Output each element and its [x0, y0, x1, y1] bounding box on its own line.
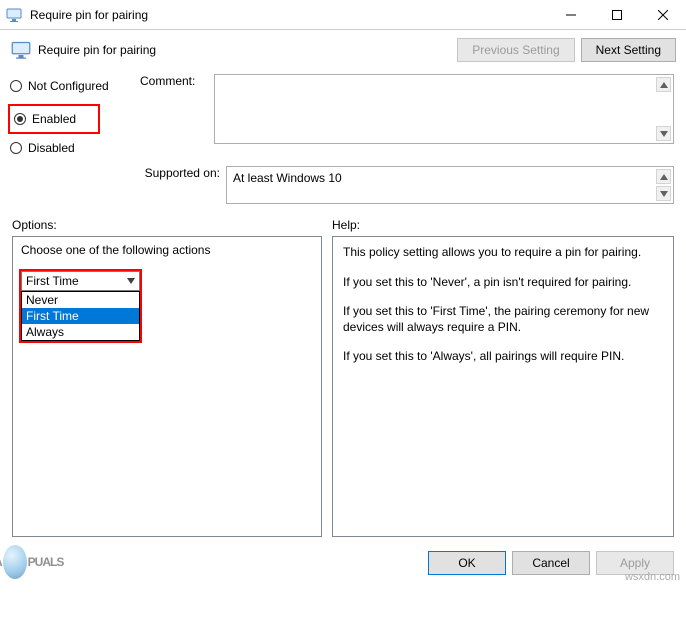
select-value: First Time: [22, 274, 123, 288]
help-text: If you set this to 'First Time', the pai…: [343, 304, 663, 335]
previous-setting-button[interactable]: Previous Setting: [457, 38, 574, 62]
supported-on-value: At least Windows 10: [233, 171, 342, 185]
scroll-down-icon[interactable]: [656, 186, 671, 201]
watermark-logo: APUALS: [0, 545, 63, 579]
help-text: If you set this to 'Never', a pin isn't …: [343, 275, 663, 291]
options-heading: Choose one of the following actions: [13, 237, 321, 263]
option-never[interactable]: Never: [22, 292, 139, 308]
supported-on-label: Supported on:: [140, 166, 226, 204]
help-text: This policy setting allows you to requir…: [343, 245, 663, 261]
radio-disabled[interactable]: Disabled: [10, 136, 122, 160]
scroll-up-icon[interactable]: [656, 77, 671, 92]
highlight-dropdown: First Time Never First Time Always: [19, 269, 142, 343]
ok-button[interactable]: OK: [428, 551, 506, 575]
radio-icon: [10, 80, 22, 92]
option-first-time[interactable]: First Time: [22, 308, 139, 324]
comment-label: Comment:: [140, 74, 214, 144]
supported-on-textbox: At least Windows 10: [226, 166, 674, 204]
header-row: Require pin for pairing Previous Setting…: [0, 30, 686, 74]
titlebar: Require pin for pairing: [0, 0, 686, 30]
gpedit-icon: [0, 8, 28, 22]
option-always[interactable]: Always: [22, 324, 139, 340]
cancel-button[interactable]: Cancel: [512, 551, 590, 575]
action-select-dropdown: Never First Time Always: [21, 291, 140, 341]
radio-label: Not Configured: [28, 79, 109, 93]
window-controls: [548, 0, 686, 30]
scroll-up-icon[interactable]: [656, 169, 671, 184]
radio-icon: [10, 142, 22, 154]
window-title: Require pin for pairing: [28, 0, 548, 30]
close-button[interactable]: [640, 0, 686, 30]
watermark-url: wsxdn.com: [625, 571, 680, 583]
options-label: Options:: [12, 218, 332, 232]
state-radio-group: Not Configured Enabled Disabled: [10, 74, 122, 160]
dialog-buttons: OK Cancel Apply: [0, 545, 686, 587]
highlight-enabled: Enabled: [8, 104, 100, 134]
window-content: Require pin for pairing Previous Setting…: [0, 30, 686, 587]
radio-icon: [14, 113, 26, 125]
radio-label: Disabled: [28, 141, 75, 155]
chevron-down-icon: [123, 278, 139, 284]
radio-label: Enabled: [32, 112, 76, 126]
action-select[interactable]: First Time: [21, 271, 140, 291]
scroll-down-icon[interactable]: [656, 126, 671, 141]
next-setting-button[interactable]: Next Setting: [581, 38, 676, 62]
help-text: If you set this to 'Always', all pairing…: [343, 349, 663, 365]
radio-enabled[interactable]: Enabled: [14, 110, 94, 128]
help-panel: This policy setting allows you to requir…: [332, 236, 674, 537]
policy-icon: [10, 39, 32, 61]
policy-title: Require pin for pairing: [38, 43, 457, 57]
help-label: Help:: [332, 218, 360, 232]
minimize-button[interactable]: [548, 0, 594, 30]
logo-o-icon: [3, 545, 27, 579]
radio-not-configured[interactable]: Not Configured: [10, 74, 122, 98]
maximize-button[interactable]: [594, 0, 640, 30]
options-panel: Choose one of the following actions Firs…: [12, 236, 322, 537]
comment-textbox[interactable]: [214, 74, 674, 144]
